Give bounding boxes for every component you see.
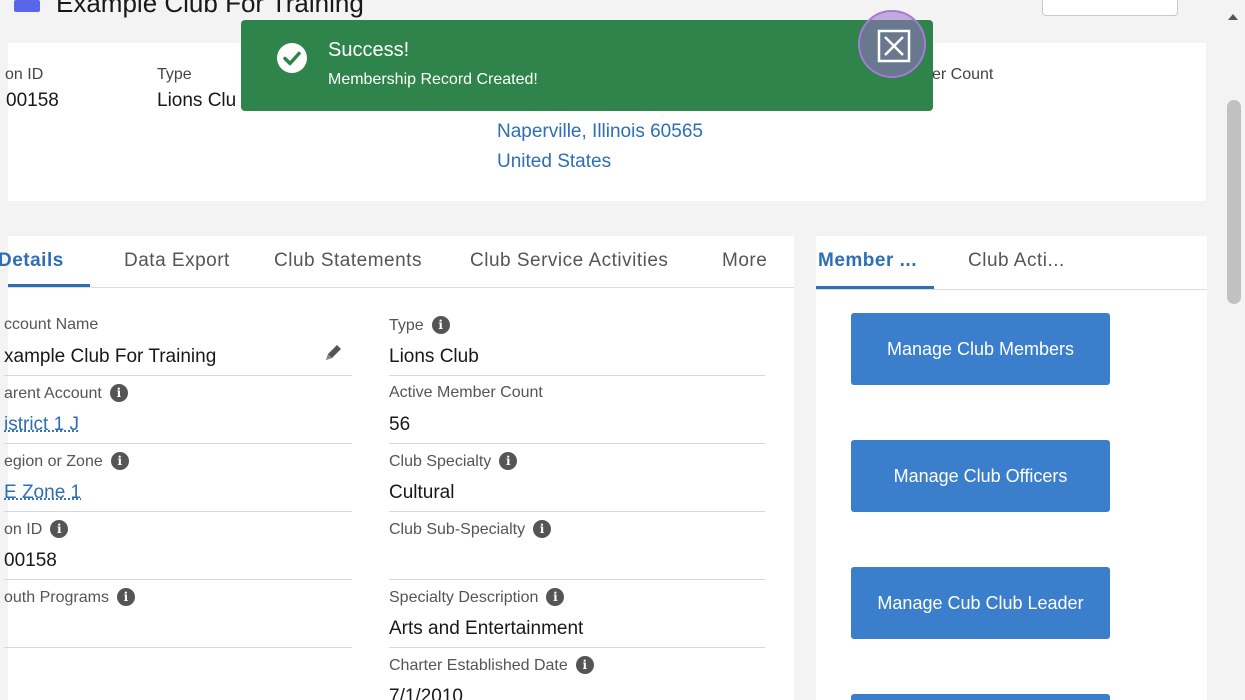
field-label: ccount Name bbox=[4, 316, 99, 333]
active-tab-indicator bbox=[8, 284, 90, 287]
page-scrollbar[interactable] bbox=[1222, 0, 1245, 700]
manage-club-officers-button[interactable]: Manage Club Officers bbox=[851, 440, 1110, 512]
field-parent-account: arent Account i istrict 1 J bbox=[4, 376, 352, 444]
edit-pencil-icon[interactable] bbox=[322, 342, 344, 364]
field-label: Club Sub-Specialty i bbox=[389, 520, 552, 539]
toast-close-button[interactable] bbox=[858, 10, 926, 78]
field-label: Active Member Count bbox=[389, 384, 543, 401]
info-icon[interactable]: i bbox=[499, 452, 518, 470]
field-value: xample Club For Training bbox=[4, 346, 217, 367]
field-label: Charter Established Date i bbox=[389, 656, 594, 675]
success-check-icon bbox=[277, 43, 307, 73]
toast-title: Success! bbox=[328, 39, 410, 61]
field-label: on ID i bbox=[4, 520, 69, 539]
tab-more[interactable]: More bbox=[722, 250, 767, 272]
manage-cub-club-leader-button[interactable]: Manage Cub Club Leader bbox=[851, 567, 1110, 639]
info-icon[interactable]: i bbox=[546, 588, 565, 606]
info-icon[interactable]: i bbox=[50, 520, 69, 538]
tab-club-statements[interactable]: Club Statements bbox=[274, 250, 422, 272]
info-icon[interactable]: i bbox=[575, 656, 594, 674]
info-icon[interactable]: i bbox=[533, 520, 552, 538]
info-icon[interactable]: i bbox=[431, 316, 450, 334]
highlight-count-label: er Count bbox=[932, 66, 994, 83]
field-label: outh Programs i bbox=[4, 588, 135, 607]
action-button-partial[interactable] bbox=[851, 694, 1110, 700]
field-account-name: ccount Name xample Club For Training bbox=[4, 308, 352, 376]
highlight-type-label: Type bbox=[157, 66, 192, 83]
field-value: 7/1/2010 bbox=[389, 686, 463, 700]
tab-data-export[interactable]: Data Export bbox=[124, 250, 230, 272]
field-youth-programs: outh Programs i bbox=[4, 580, 352, 648]
field-specialty-description: Specialty Description i Arts and Entertai… bbox=[389, 580, 765, 648]
field-value: 00158 bbox=[4, 550, 57, 571]
field-value: 56 bbox=[389, 414, 411, 435]
highlight-type-value: Lions Clu bbox=[157, 90, 237, 111]
field-club-sub-specialty: Club Sub-Specialty i bbox=[389, 512, 765, 580]
info-icon[interactable]: i bbox=[109, 384, 128, 402]
scroll-thumb[interactable] bbox=[1227, 100, 1241, 304]
manage-club-members-button[interactable]: Manage Club Members bbox=[851, 313, 1110, 385]
info-icon[interactable]: i bbox=[110, 452, 129, 470]
field-label: Type i bbox=[389, 316, 450, 335]
field-value: Cultural bbox=[389, 482, 455, 503]
success-toast: Success! Membership Record Created! bbox=[241, 20, 933, 111]
field-value: Lions Club bbox=[389, 346, 479, 367]
field-label: Specialty Description i bbox=[389, 588, 565, 607]
field-link[interactable]: E Zone 1 bbox=[4, 482, 81, 504]
related-tabs: Member ... Club Acti... bbox=[816, 236, 1207, 290]
header-action-button[interactable] bbox=[1042, 0, 1178, 16]
scroll-up-icon[interactable] bbox=[1228, 14, 1238, 20]
tab-club-service-activities[interactable]: Club Service Activities bbox=[470, 250, 668, 272]
info-icon[interactable]: i bbox=[116, 588, 135, 606]
highlight-id-value: 00158 bbox=[6, 90, 59, 111]
field-value: Arts and Entertainment bbox=[389, 618, 584, 639]
field-id: on ID i 00158 bbox=[4, 512, 352, 580]
toast-message: Membership Record Created! bbox=[328, 71, 538, 88]
field-label: egion or Zone i bbox=[4, 452, 129, 471]
address-line-city[interactable]: Naperville, Illinois 60565 bbox=[497, 121, 703, 143]
tab-details[interactable]: Details bbox=[0, 250, 64, 272]
active-tab-indicator bbox=[816, 286, 934, 289]
field-club-specialty: Club Specialty i Cultural bbox=[389, 444, 765, 512]
highlight-id-label: on ID bbox=[5, 66, 44, 83]
field-link[interactable]: istrict 1 J bbox=[4, 414, 79, 436]
close-icon[interactable] bbox=[877, 29, 911, 63]
field-type: Type i Lions Club bbox=[389, 308, 765, 376]
field-region-zone: egion or Zone i E Zone 1 bbox=[4, 444, 352, 512]
field-label: arent Account i bbox=[4, 384, 128, 403]
tab-club-activities[interactable]: Club Acti... bbox=[968, 250, 1065, 272]
tab-members[interactable]: Member ... bbox=[818, 250, 917, 272]
field-active-member-count: Active Member Count 56 bbox=[389, 376, 765, 444]
address-line-country[interactable]: United States bbox=[497, 151, 611, 173]
field-charter-date: Charter Established Date i 7/1/2010 bbox=[389, 648, 765, 700]
page-title: Example Club For Training bbox=[56, 0, 364, 18]
page-header: Example Club For Training bbox=[0, 0, 1222, 20]
account-icon bbox=[14, 0, 40, 12]
details-tabs: Details Data Export Club Statements Club… bbox=[0, 236, 794, 288]
related-panel: Member ... Club Acti... Manage Club Memb… bbox=[816, 236, 1207, 700]
details-card: Details Data Export Club Statements Club… bbox=[0, 236, 794, 700]
field-label: Club Specialty i bbox=[389, 452, 518, 471]
